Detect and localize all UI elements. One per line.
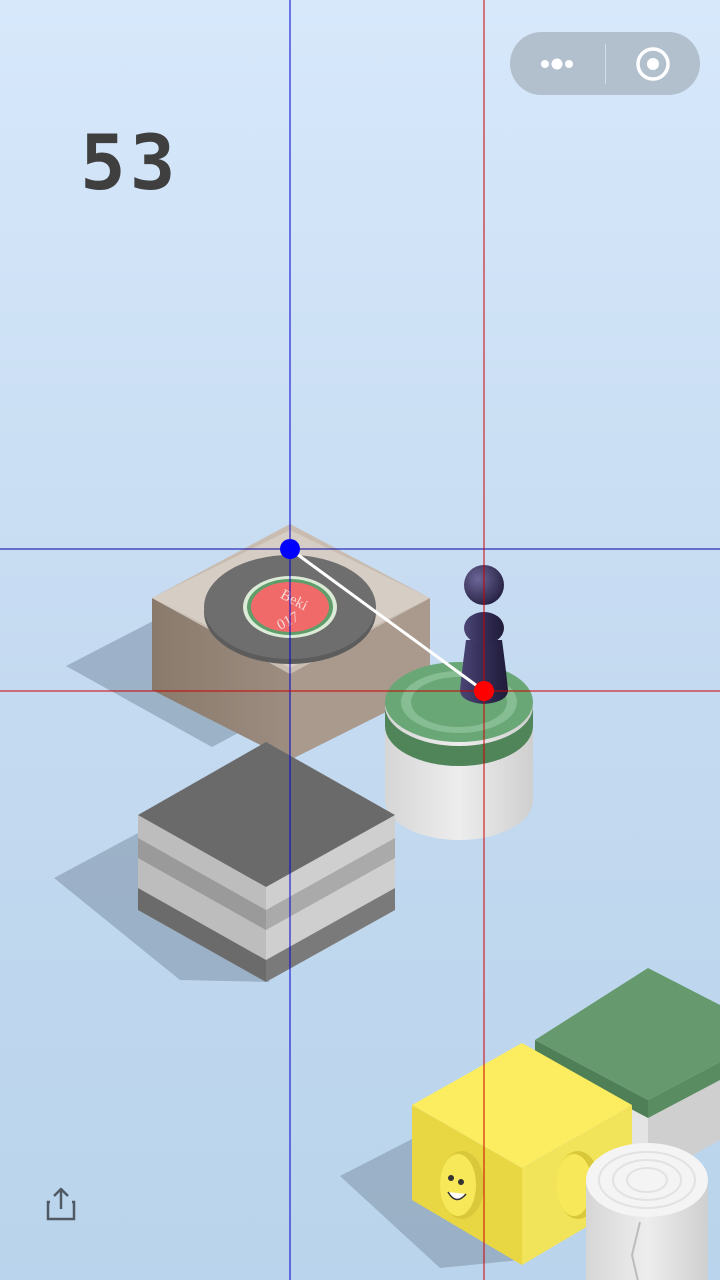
green-cylinder-platform (385, 662, 533, 840)
more-dots-icon (541, 58, 574, 69)
close-button[interactable] (606, 32, 701, 95)
target-center-marker (280, 539, 300, 559)
more-button[interactable] (510, 32, 605, 95)
score-counter: 53 (80, 118, 180, 207)
player-position-marker (474, 681, 494, 701)
target-close-icon (636, 46, 670, 81)
smiley-face-icon (440, 1151, 484, 1219)
share-button[interactable] (42, 1186, 80, 1224)
share-icon (46, 1187, 76, 1221)
white-roll-cylinder (586, 1143, 708, 1280)
menu-capsule (510, 32, 700, 95)
